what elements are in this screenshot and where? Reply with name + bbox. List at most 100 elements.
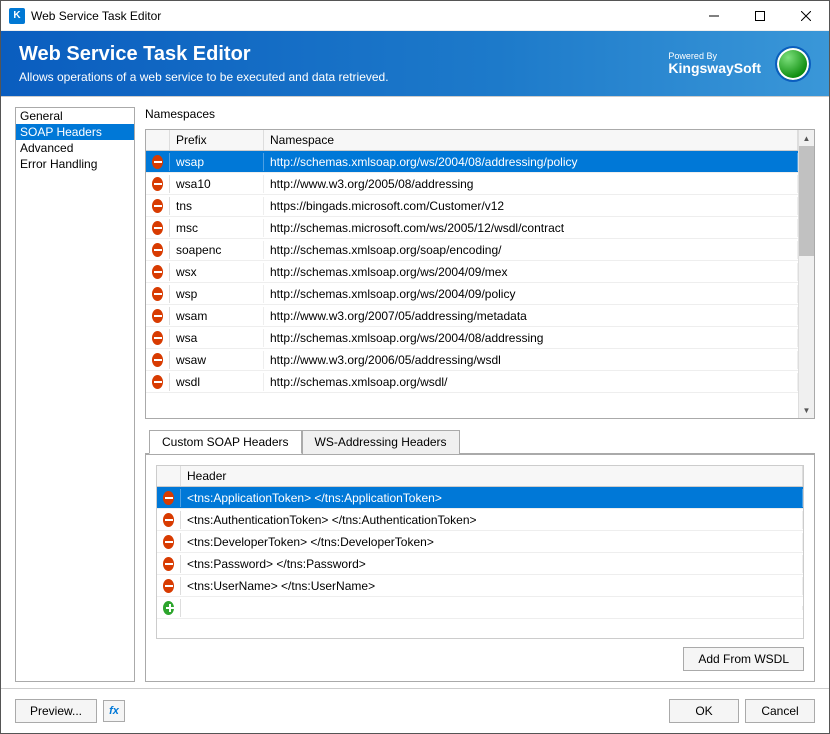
expression-button[interactable]: fx <box>103 700 125 722</box>
namespaces-header-row: Prefix Namespace <box>146 130 798 151</box>
remove-icon[interactable] <box>152 287 163 301</box>
remove-icon[interactable] <box>152 221 163 235</box>
close-button[interactable] <box>783 1 829 30</box>
ok-button[interactable]: OK <box>669 699 739 723</box>
sidebar-item-general[interactable]: General <box>16 108 134 124</box>
tab-custom-soap-headers[interactable]: Custom SOAP Headers <box>149 430 302 454</box>
table-row[interactable]: wsaphttp://schemas.xmlsoap.org/ws/2004/0… <box>146 151 798 173</box>
col-header[interactable]: Header <box>181 466 803 486</box>
header-cell[interactable]: <tns:DeveloperToken> </tns:DeveloperToke… <box>181 533 803 551</box>
remove-icon[interactable] <box>152 375 163 389</box>
sidebar-item-soap-headers[interactable]: SOAP Headers <box>16 124 134 140</box>
remove-icon[interactable] <box>152 309 163 323</box>
add-row[interactable] <box>157 597 803 619</box>
table-row[interactable]: mschttp://schemas.microsoft.com/ws/2005/… <box>146 217 798 239</box>
col-icon <box>157 466 181 486</box>
window-title: Web Service Task Editor <box>31 9 691 23</box>
remove-icon[interactable] <box>163 535 174 549</box>
namespace-cell[interactable]: http://www.w3.org/2006/05/addressing/wsd… <box>264 351 798 369</box>
namespace-cell[interactable]: http://schemas.xmlsoap.org/ws/2004/09/me… <box>264 263 798 281</box>
remove-icon[interactable] <box>163 557 174 571</box>
table-row[interactable]: <tns:Password> </tns:Password> <box>157 553 803 575</box>
sidebar: GeneralSOAP HeadersAdvancedError Handlin… <box>15 107 135 682</box>
table-row[interactable]: <tns:UserName> </tns:UserName> <box>157 575 803 597</box>
cancel-button[interactable]: Cancel <box>745 699 815 723</box>
namespace-cell[interactable]: http://www.w3.org/2005/08/addressing <box>264 175 798 193</box>
remove-icon[interactable] <box>152 331 163 345</box>
namespaces-body[interactable]: wsaphttp://schemas.xmlsoap.org/ws/2004/0… <box>146 151 798 418</box>
namespaces-scrollbar[interactable]: ▲ ▼ <box>798 130 814 418</box>
globe-icon <box>775 46 811 82</box>
minimize-button[interactable] <box>691 1 737 30</box>
remove-icon[interactable] <box>152 243 163 257</box>
remove-icon[interactable] <box>152 199 163 213</box>
prefix-cell[interactable]: msc <box>170 219 264 237</box>
prefix-cell[interactable]: wsa10 <box>170 175 264 193</box>
namespaces-table: Prefix Namespace wsaphttp://schemas.xmls… <box>145 129 815 419</box>
remove-icon[interactable] <box>152 155 163 169</box>
header-banner: Web Service Task Editor Allows operation… <box>1 31 829 97</box>
prefix-cell[interactable]: tns <box>170 197 264 215</box>
namespaces-label: Namespaces <box>145 107 815 121</box>
table-row[interactable]: wsawhttp://www.w3.org/2006/05/addressing… <box>146 349 798 371</box>
scroll-down-arrow[interactable]: ▼ <box>799 402 814 418</box>
table-row[interactable]: wsa10http://www.w3.org/2005/08/addressin… <box>146 173 798 195</box>
prefix-cell[interactable]: soapenc <box>170 241 264 259</box>
header-subtitle: Allows operations of a web service to be… <box>19 70 668 84</box>
table-row[interactable]: wsdlhttp://schemas.xmlsoap.org/wsdl/ <box>146 371 798 393</box>
add-from-wsdl-button[interactable]: Add From WSDL <box>683 647 804 671</box>
header-cell[interactable] <box>181 606 803 610</box>
headers-body[interactable]: <tns:ApplicationToken> </tns:Application… <box>157 487 803 638</box>
header-cell[interactable]: <tns:Password> </tns:Password> <box>181 555 803 573</box>
table-row[interactable]: soapenchttp://schemas.xmlsoap.org/soap/e… <box>146 239 798 261</box>
table-row[interactable]: wsahttp://schemas.xmlsoap.org/ws/2004/08… <box>146 327 798 349</box>
header-title: Web Service Task Editor <box>19 43 668 66</box>
table-row[interactable]: wsamhttp://www.w3.org/2007/05/addressing… <box>146 305 798 327</box>
remove-icon[interactable] <box>163 579 174 593</box>
prefix-cell[interactable]: wsap <box>170 153 264 171</box>
prefix-cell[interactable]: wsp <box>170 285 264 303</box>
add-icon[interactable] <box>163 601 174 615</box>
table-row[interactable]: wsphttp://schemas.xmlsoap.org/ws/2004/09… <box>146 283 798 305</box>
remove-icon[interactable] <box>152 265 163 279</box>
namespace-cell[interactable]: https://bingads.microsoft.com/Customer/v… <box>264 197 798 215</box>
brand-logo: Powered By KingswaySoft <box>668 52 761 75</box>
namespace-cell[interactable]: http://schemas.xmlsoap.org/ws/2004/08/ad… <box>264 329 798 347</box>
sidebar-item-advanced[interactable]: Advanced <box>16 140 134 156</box>
header-cell[interactable]: <tns:AuthenticationToken> </tns:Authenti… <box>181 511 803 529</box>
prefix-cell[interactable]: wsx <box>170 263 264 281</box>
namespace-cell[interactable]: http://schemas.xmlsoap.org/soap/encoding… <box>264 241 798 259</box>
prefix-cell[interactable]: wsam <box>170 307 264 325</box>
sidebar-item-error-handling[interactable]: Error Handling <box>16 156 134 172</box>
title-bar: K Web Service Task Editor <box>1 1 829 31</box>
col-icon <box>146 130 170 150</box>
namespace-cell[interactable]: http://www.w3.org/2007/05/addressing/met… <box>264 307 798 325</box>
remove-icon[interactable] <box>152 177 163 191</box>
table-row[interactable]: tnshttps://bingads.microsoft.com/Custome… <box>146 195 798 217</box>
prefix-cell[interactable]: wsa <box>170 329 264 347</box>
table-row[interactable]: <tns:ApplicationToken> </tns:Application… <box>157 487 803 509</box>
scroll-thumb[interactable] <box>799 146 814 256</box>
namespace-cell[interactable]: http://schemas.xmlsoap.org/ws/2004/08/ad… <box>264 153 798 171</box>
maximize-button[interactable] <box>737 1 783 30</box>
headers-table: Header <tns:ApplicationToken> </tns:Appl… <box>156 465 804 639</box>
namespace-cell[interactable]: http://schemas.microsoft.com/ws/2005/12/… <box>264 219 798 237</box>
table-row[interactable]: <tns:AuthenticationToken> </tns:Authenti… <box>157 509 803 531</box>
namespace-cell[interactable]: http://schemas.xmlsoap.org/ws/2004/09/po… <box>264 285 798 303</box>
preview-button[interactable]: Preview... <box>15 699 97 723</box>
header-cell[interactable]: <tns:UserName> </tns:UserName> <box>181 577 803 595</box>
namespace-cell[interactable]: http://schemas.xmlsoap.org/wsdl/ <box>264 373 798 391</box>
tab-ws-addressing-headers[interactable]: WS-Addressing Headers <box>302 430 460 454</box>
remove-icon[interactable] <box>163 491 174 505</box>
col-namespace[interactable]: Namespace <box>264 130 798 150</box>
prefix-cell[interactable]: wsaw <box>170 351 264 369</box>
remove-icon[interactable] <box>152 353 163 367</box>
col-prefix[interactable]: Prefix <box>170 130 264 150</box>
footer: Preview... fx OK Cancel <box>1 688 829 733</box>
table-row[interactable]: <tns:DeveloperToken> </tns:DeveloperToke… <box>157 531 803 553</box>
scroll-up-arrow[interactable]: ▲ <box>799 130 814 146</box>
header-cell[interactable]: <tns:ApplicationToken> </tns:Application… <box>181 489 803 507</box>
remove-icon[interactable] <box>163 513 174 527</box>
table-row[interactable]: wsxhttp://schemas.xmlsoap.org/ws/2004/09… <box>146 261 798 283</box>
prefix-cell[interactable]: wsdl <box>170 373 264 391</box>
